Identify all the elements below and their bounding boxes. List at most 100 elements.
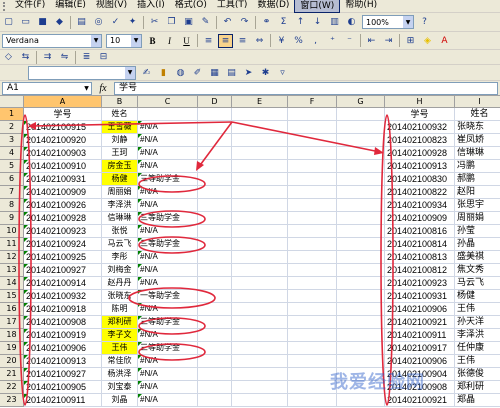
cell-c[interactable]: #N/A	[138, 394, 198, 407]
column-header[interactable]: A	[24, 96, 102, 108]
cell-e[interactable]	[232, 368, 288, 381]
row-header[interactable]: 14	[0, 277, 24, 290]
cell-i[interactable]: 杨健	[455, 290, 500, 303]
cell-e[interactable]	[232, 329, 288, 342]
cell-f[interactable]	[288, 212, 337, 225]
cell-a[interactable]: 201402100919	[24, 329, 102, 342]
cell-d[interactable]	[198, 186, 232, 199]
cell-b[interactable]: 刘晶	[102, 394, 138, 407]
style-select[interactable]: ▼	[28, 65, 136, 80]
cell-b[interactable]: 常佳欣	[102, 355, 138, 368]
cell-b[interactable]: 房金玉	[102, 160, 138, 173]
cell-b[interactable]: 姓名	[102, 108, 138, 121]
cell-h[interactable]: 201402100822	[385, 186, 455, 199]
cell-b[interactable]: 王雪薇	[102, 121, 138, 134]
cell-d[interactable]	[198, 147, 232, 160]
italic-button[interactable]: I	[162, 34, 177, 48]
column-header[interactable]: D	[198, 96, 232, 108]
cell-b[interactable]: 李泽洪	[102, 199, 138, 212]
cell-e[interactable]	[232, 134, 288, 147]
cell-d[interactable]	[198, 238, 232, 251]
cell-g[interactable]	[337, 251, 385, 264]
column-header[interactable]: E	[232, 96, 288, 108]
function-icon[interactable]: fx	[92, 83, 114, 94]
cell-c[interactable]: #N/A	[138, 134, 198, 147]
lines-icon[interactable]: ≣	[79, 50, 94, 64]
cell-f[interactable]	[288, 147, 337, 160]
copy-icon[interactable]: ❐	[164, 15, 179, 29]
cell-i[interactable]: 马云飞	[455, 277, 500, 290]
cell-i[interactable]: 王伟	[455, 355, 500, 368]
cell-f[interactable]	[288, 121, 337, 134]
cell-h[interactable]: 201402100906	[385, 303, 455, 316]
cell-b[interactable]: 张悦	[102, 225, 138, 238]
row-header[interactable]: 23	[0, 394, 24, 407]
cell-f[interactable]	[288, 329, 337, 342]
cell-i[interactable]: 张德俊	[455, 368, 500, 381]
cell-f[interactable]	[288, 303, 337, 316]
open-folder-icon[interactable]: ▭	[18, 15, 33, 29]
font-name-select[interactable]: Verdana ▼	[2, 33, 102, 48]
cell-h[interactable]: 201402100813	[385, 251, 455, 264]
row-header[interactable]: 8	[0, 199, 24, 212]
cell-i[interactable]: 信琳琳	[455, 147, 500, 160]
cell-e[interactable]	[232, 355, 288, 368]
increase-indent-icon[interactable]: ⇥	[381, 34, 396, 48]
cell-d[interactable]	[198, 355, 232, 368]
merge-center-icon[interactable]: ⇔	[252, 34, 267, 48]
cell-d[interactable]	[198, 160, 232, 173]
cell-a[interactable]: 201402100910	[24, 160, 102, 173]
cell-c[interactable]: 三等助学金	[138, 173, 198, 186]
cell-e[interactable]	[232, 277, 288, 290]
cell-e[interactable]	[232, 199, 288, 212]
print-icon[interactable]: ▤	[74, 15, 89, 29]
cell-e[interactable]	[232, 121, 288, 134]
hyperlink-icon[interactable]: ⚭	[259, 15, 274, 29]
cell-a[interactable]: 201402100923	[24, 225, 102, 238]
cell-a[interactable]: 201402100924	[24, 238, 102, 251]
cell-e[interactable]	[232, 394, 288, 407]
cell-h[interactable]: 201402100923	[385, 277, 455, 290]
fill-color-icon[interactable]: ◈	[420, 34, 435, 48]
edit-text-icon[interactable]: ✍	[139, 66, 154, 80]
cell-d[interactable]	[198, 381, 232, 394]
zoom-select[interactable]: 100% ▼	[362, 15, 414, 29]
drawing-icon[interactable]: ◐	[344, 15, 359, 29]
cell-a[interactable]: 201402100920	[24, 134, 102, 147]
cell-g[interactable]	[337, 186, 385, 199]
cell-c[interactable]: #N/A	[138, 368, 198, 381]
print-preview-icon[interactable]: ◎	[91, 15, 106, 29]
cell-h[interactable]: 201402100931	[385, 290, 455, 303]
cell-b[interactable]: 李子文	[102, 329, 138, 342]
cell-c[interactable]: #N/A	[138, 264, 198, 277]
cell-d[interactable]	[198, 329, 232, 342]
cell-i[interactable]: 张思宇	[455, 199, 500, 212]
cell-c[interactable]: 三等助学金	[138, 316, 198, 329]
cell-a[interactable]: 学号	[24, 108, 102, 121]
cell-a[interactable]: 201402100927	[24, 264, 102, 277]
filter-icon[interactable]: ▿	[275, 66, 290, 80]
cell-d[interactable]	[198, 264, 232, 277]
cell-i[interactable]: 孙晶	[455, 238, 500, 251]
cell-a[interactable]: 201402100926	[24, 199, 102, 212]
cell-f[interactable]	[288, 160, 337, 173]
cell-a[interactable]: 201402100906	[24, 342, 102, 355]
cell-g[interactable]	[337, 121, 385, 134]
cell-i[interactable]: 盛美祺	[455, 251, 500, 264]
edit-icon[interactable]: ✐	[190, 66, 205, 80]
currency-icon[interactable]: ¥	[274, 34, 289, 48]
cell-e[interactable]	[232, 186, 288, 199]
menu-item[interactable]: 帮助(H)	[340, 0, 382, 13]
cell-g[interactable]	[337, 225, 385, 238]
cell-a[interactable]: 201402100905	[24, 381, 102, 394]
redo-icon[interactable]: ↷	[237, 15, 252, 29]
cell-g[interactable]	[337, 160, 385, 173]
cell-g[interactable]	[337, 277, 385, 290]
cell-f[interactable]	[288, 251, 337, 264]
menu-item[interactable]: 编辑(E)	[50, 0, 91, 13]
cell-f[interactable]	[288, 199, 337, 212]
chevron-down-icon[interactable]: ▼	[82, 83, 91, 94]
cell-f[interactable]	[288, 238, 337, 251]
cell-i[interactable]: 郑利研	[455, 381, 500, 394]
cell-g[interactable]	[337, 303, 385, 316]
